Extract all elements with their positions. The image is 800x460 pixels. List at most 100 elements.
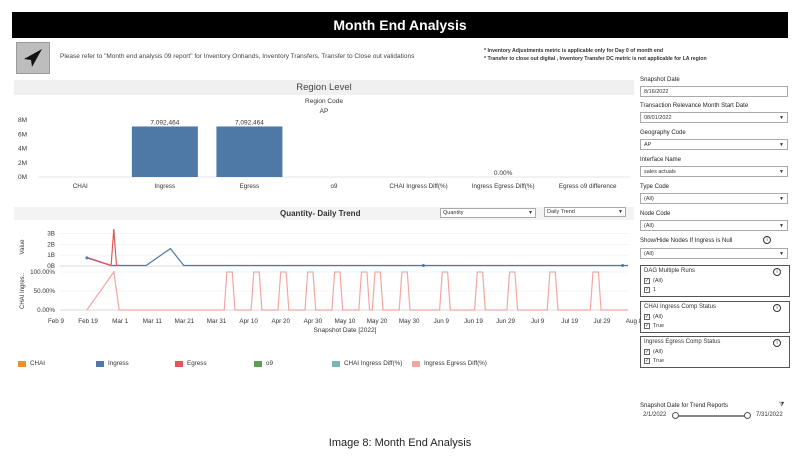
chevron-down-icon: ▼ [779,251,784,257]
trm-value: 08/01/2022 [644,115,672,121]
y-axis-label: CHAI Ingres.. [20,273,26,309]
chevron-down-icon: ▼ [528,210,533,216]
trend-chart-title: Quantity- Daily Trend [280,209,361,218]
snapshot-date-input[interactable]: 8/16/2022 [640,86,788,97]
x-tick-label: Feb 9 [48,318,65,325]
legend-swatch-egress [175,360,183,367]
y-tick-label: 100.00% [30,269,55,276]
legend-swatch-o9 [254,360,262,367]
x-tick-label: Jun 9 [434,318,450,325]
slider-start-handle[interactable] [672,412,679,419]
geography-dropdown[interactable]: AP ▼ [640,139,788,150]
series-line [86,247,628,267]
chevron-down-icon: ▼ [618,209,623,215]
x-category-label: CHAI [73,183,88,190]
node-code-dropdown[interactable]: (All) ▼ [640,220,788,231]
legend-item[interactable]: Ingress [96,360,129,367]
legend-swatch-chai-ingress-diff [332,360,340,367]
trend-date-label: Snapshot Date for Trend Reports [640,403,729,409]
x-tick-label: Jun 19 [464,318,483,325]
x-tick-label: Apr 10 [239,318,258,325]
image-caption: Image 8: Month End Analysis [328,437,472,449]
legend-label: CHAI [30,360,46,367]
trend-dropdown-value: Daily Trend [547,209,575,215]
region-level-header: Region Level [14,80,634,95]
info-icon[interactable]: i [773,339,781,347]
ie-option-label: True [653,357,665,364]
chai-title: CHAI Ingress Comp Status [644,304,717,310]
x-category-label: o9 [330,183,338,190]
legend-swatch-chai [18,360,26,367]
ie-option-label: (All) [653,348,663,355]
x-tick-label: Jul 19 [561,318,578,325]
y-tick-label: 4M [18,146,27,153]
chevron-down-icon: ▼ [779,142,784,148]
dag-multiple-runs-filter: DAG Multiple Runs i ✓ (All) ✓ 1 [640,265,790,297]
geography-value: AP [644,142,652,148]
trend-dropdown[interactable]: Daily Trend ▼ [544,207,626,217]
slider-end-handle[interactable] [744,412,751,419]
bar-data-label: 7,092,464 [150,119,179,126]
legend-swatch-ingress-egress-diff [412,360,420,367]
info-icon[interactable]: i [763,236,771,244]
y-axis-label: Value [20,239,26,255]
x-tick-label: Jun 29 [496,318,515,325]
interface-label: Interface Name [640,157,682,163]
legend-item[interactable]: Ingress Egress Diff(%) [412,360,487,367]
geography-label: Geography Code [640,130,686,136]
chai-option-label: (All) [653,313,663,320]
x-tick-label: Feb 19 [78,318,98,325]
region-bar-chart: 0M 2M 4M 6M 8M CHAI 7,092,464 Ingress 7,092,464 E… [18,117,630,190]
type-code-label: Type Code [640,184,670,190]
bar-data-label: 7,092,464 [235,119,264,126]
checkbox-checked-icon[interactable]: ✓ [644,348,650,355]
date-range-slider-track[interactable] [675,415,749,417]
dag-option-all[interactable]: ✓ (All) [641,276,789,285]
checkbox-checked-icon[interactable]: ✓ [644,322,650,329]
chart-legend: CHAI Ingress Egress o9 CHAI Ingress Diff… [18,360,638,370]
showhide-dropdown[interactable]: (All) ▼ [640,248,788,259]
checkbox-checked-icon[interactable]: ✓ [644,313,650,320]
y-tick-label: 6M [18,131,27,138]
dag-option-1[interactable]: ✓ 1 [641,285,789,294]
y-tick-label: 3B [47,230,55,237]
trend-end-date: 7/31/2022 [756,412,783,418]
bar [216,126,283,177]
info-icon[interactable]: i [773,268,781,276]
x-axis-label: Snapshot Date [2022] [314,327,377,334]
checkbox-checked-icon[interactable]: ✓ [644,357,650,364]
ie-option-true[interactable]: ✓ True [641,356,789,365]
legend-label: CHAI Ingress Diff(%) [344,360,403,367]
data-point [621,263,625,267]
info-icon[interactable]: i [773,304,781,312]
inventory-adjustments-note: * Inventory Adjustments metric is applic… [484,48,664,54]
legend-item[interactable]: o9 [254,360,273,367]
chai-option-all[interactable]: ✓ (All) [641,312,789,321]
chai-option-label: True [653,322,665,329]
filter-clear-icon[interactable]: ⧩ [779,402,784,409]
checkbox-checked-icon[interactable]: ✓ [644,286,650,293]
legend-item[interactable]: Egress [175,360,207,367]
bar-data-label: 0.00% [494,170,513,177]
trm-dropdown[interactable]: 08/01/2022 ▼ [640,112,788,123]
chai-ingress-comp-filter: CHAI Ingress Comp Status i ✓ (All) ✓ True [640,301,790,333]
showhide-label: Show/Hide Nodes If Ingress is Null [640,238,733,244]
checkbox-checked-icon[interactable]: ✓ [644,277,650,284]
navigation-arrow-icon[interactable] [16,42,50,74]
chevron-down-icon: ▼ [779,223,784,229]
legend-item[interactable]: CHAI [18,360,45,367]
type-code-dropdown[interactable]: (All) ▼ [640,193,788,204]
legend-item[interactable]: CHAI Ingress Diff(%) [332,360,402,367]
x-category-label: Egress [240,183,260,190]
dag-title: DAG Multiple Runs [644,268,696,274]
x-tick-label: Apr 20 [271,318,290,325]
interface-dropdown[interactable]: sales actuals ▼ [640,166,788,177]
ie-option-all[interactable]: ✓ (All) [641,347,789,356]
chevron-down-icon: ▼ [779,196,784,202]
data-point [421,263,425,267]
showhide-value: (All) [644,251,654,257]
chai-option-true[interactable]: ✓ True [641,321,789,330]
snapshot-date-value: 8/16/2022 [644,89,669,95]
measure-dropdown[interactable]: Quantity ▼ [440,208,536,218]
x-tick-label: May 30 [399,318,420,325]
